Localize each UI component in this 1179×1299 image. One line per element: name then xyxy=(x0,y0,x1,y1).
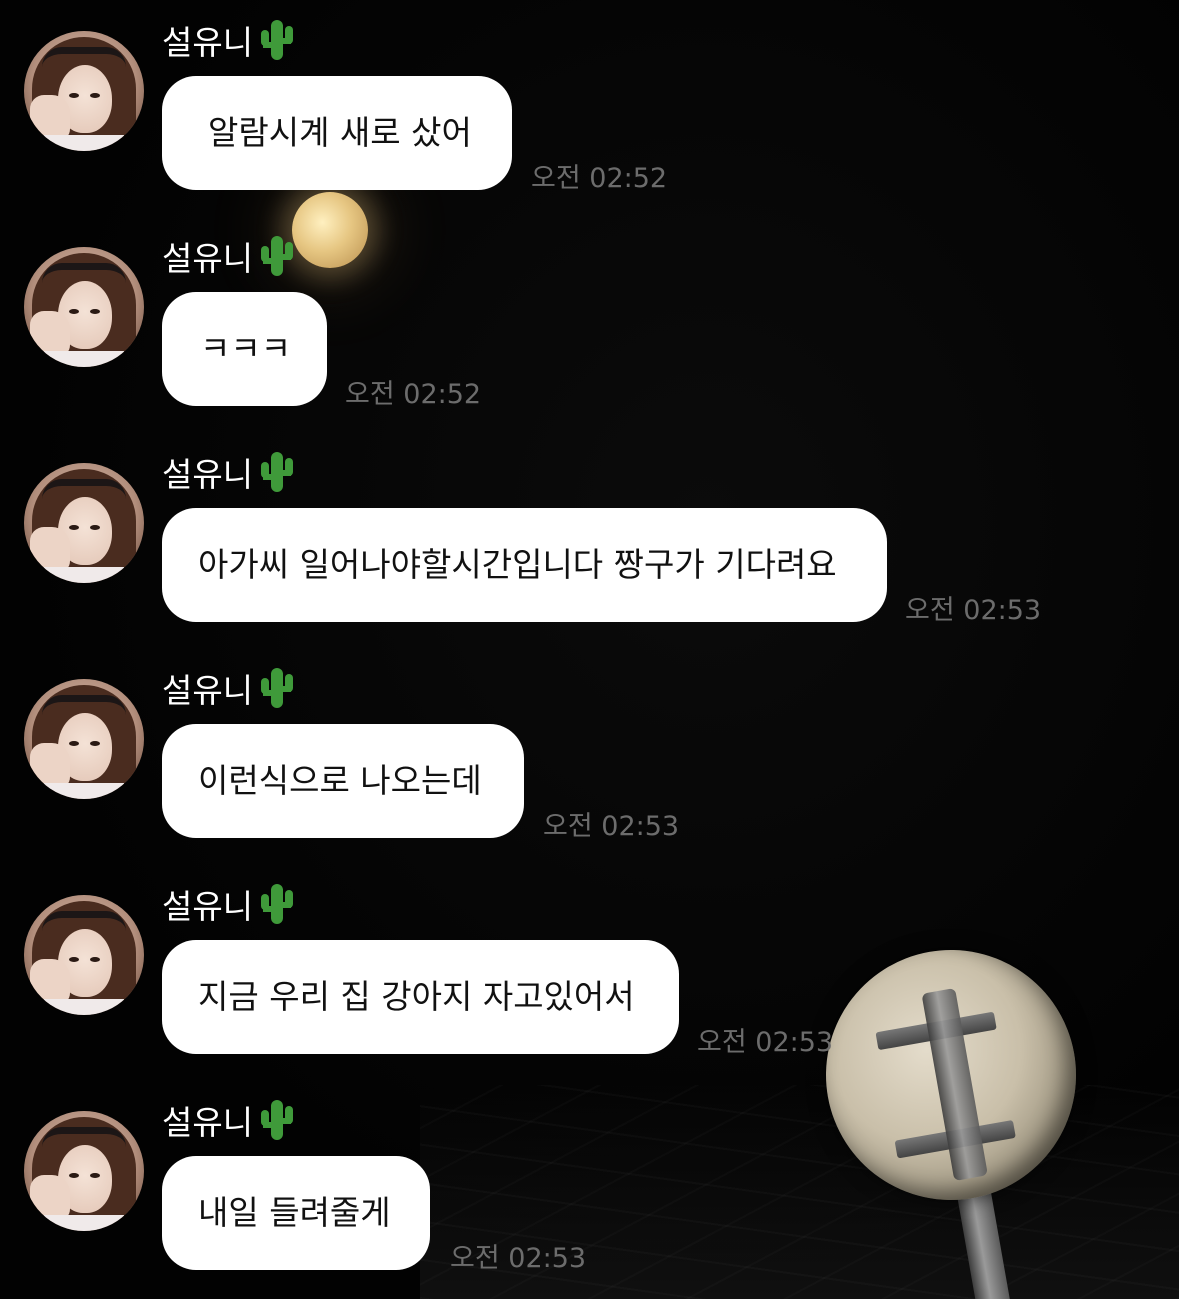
avatar[interactable] xyxy=(24,31,144,151)
timestamp: 오전 02:53 xyxy=(697,1027,834,1058)
timestamp: 오전 02:53 xyxy=(450,1243,587,1274)
cactus-icon xyxy=(259,236,295,276)
avatar[interactable] xyxy=(24,679,144,799)
sender-name-text: 설유니 xyxy=(162,23,254,62)
timestamp: 오전 02:53 xyxy=(905,595,1042,626)
avatar[interactable] xyxy=(24,247,144,367)
message-row: 설유니 ㅋㅋㅋ 오전 02:52 xyxy=(0,216,1179,432)
message-bubble[interactable]: 지금 우리 집 강아지 자고있어서 xyxy=(162,940,679,1054)
sender-name: 설유니 xyxy=(162,668,295,710)
sender-name-text: 설유니 xyxy=(162,1103,254,1142)
avatar[interactable] xyxy=(24,1111,144,1231)
cactus-icon xyxy=(259,452,295,492)
message-row: 설유니 내일 들려줄게 오전 02:53 xyxy=(0,1080,1179,1296)
message-bubble[interactable]: 알람시계 새로 샀어 xyxy=(162,76,512,190)
message-row: 설유니 아가씨 일어나야할시간입니다 짱구가 기다려요 오전 02:53 xyxy=(0,432,1179,648)
message-bubble[interactable]: 이런식으로 나오는데 xyxy=(162,724,524,838)
message-row: 설유니 지금 우리 집 강아지 자고있어서 오전 02:53 xyxy=(0,864,1179,1080)
message-row: 설유니 이런식으로 나오는데 오전 02:53 xyxy=(0,648,1179,864)
chat-screen: 설유니 알람시계 새로 샀어 오전 02:52 설유니 ㅋㅋㅋ 오전 02:52… xyxy=(0,0,1179,1299)
sender-name: 설유니 xyxy=(162,236,295,278)
timestamp: 오전 02:53 xyxy=(543,811,680,842)
sender-name: 설유니 xyxy=(162,452,295,494)
avatar[interactable] xyxy=(24,895,144,1015)
avatar[interactable] xyxy=(24,463,144,583)
timestamp: 오전 02:52 xyxy=(345,379,482,410)
message-row: 설유니 알람시계 새로 샀어 오전 02:52 xyxy=(0,0,1179,216)
sender-name-text: 설유니 xyxy=(162,239,254,278)
sender-name-text: 설유니 xyxy=(162,671,254,710)
message-bubble[interactable]: ㅋㅋㅋ xyxy=(162,292,327,406)
sender-name-text: 설유니 xyxy=(162,455,254,494)
cactus-icon xyxy=(259,20,295,60)
message-bubble[interactable]: 내일 들려줄게 xyxy=(162,1156,430,1270)
cactus-icon xyxy=(259,668,295,708)
cactus-icon xyxy=(259,1100,295,1140)
cactus-icon xyxy=(259,884,295,924)
sender-name-text: 설유니 xyxy=(162,887,254,926)
timestamp: 오전 02:52 xyxy=(531,163,668,194)
sender-name: 설유니 xyxy=(162,1100,295,1142)
message-bubble[interactable]: 아가씨 일어나야할시간입니다 짱구가 기다려요 xyxy=(162,508,887,622)
sender-name: 설유니 xyxy=(162,20,295,62)
sender-name: 설유니 xyxy=(162,884,295,926)
